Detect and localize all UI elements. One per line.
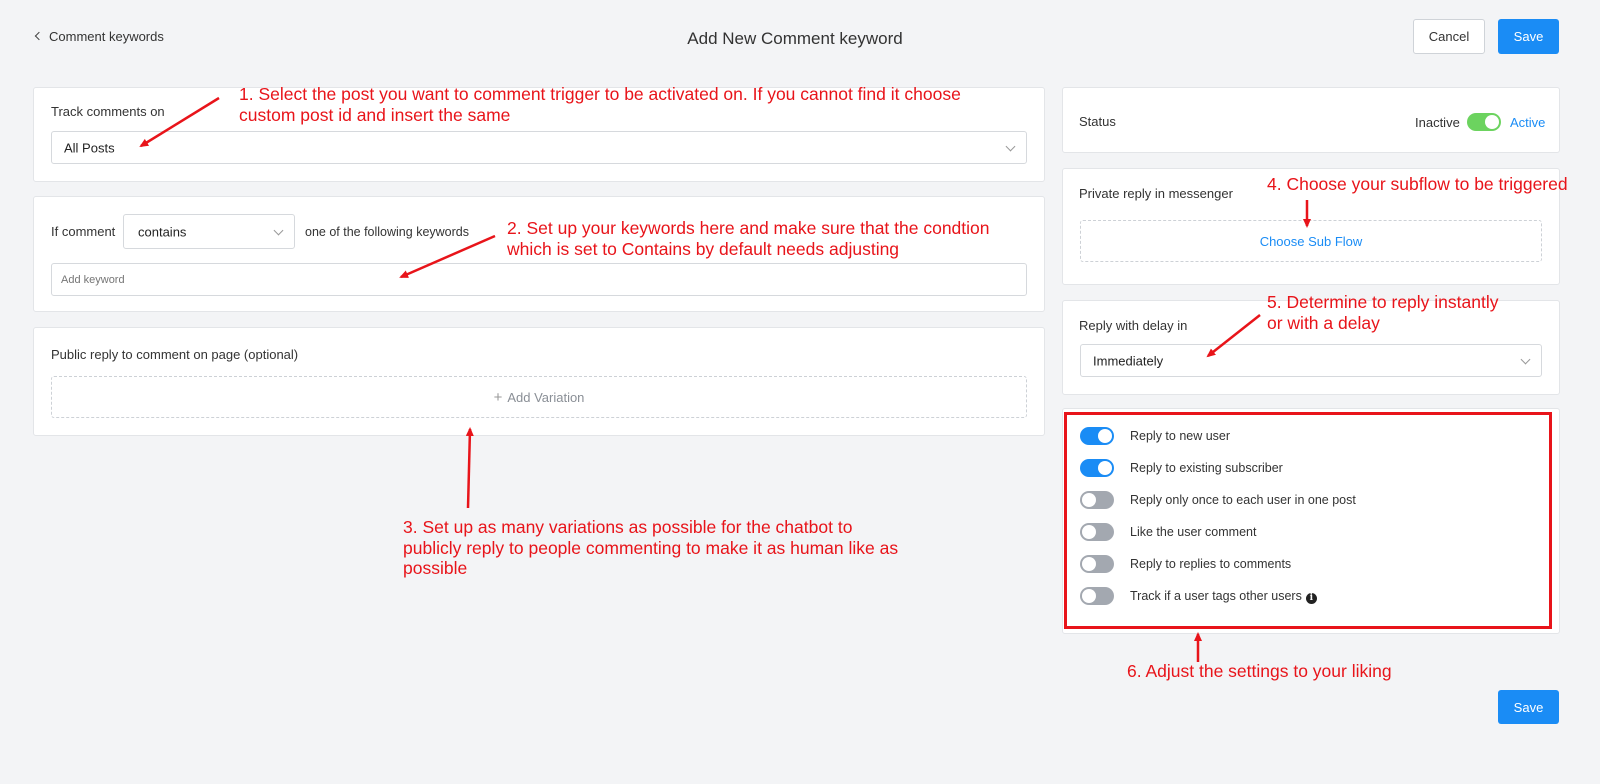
chevron-down-icon xyxy=(1520,354,1531,365)
status-label: Status xyxy=(1079,114,1116,129)
post-select-value: All Posts xyxy=(64,140,115,155)
status-card: Status Inactive Active xyxy=(1062,87,1560,153)
private-reply-label: Private reply in messenger xyxy=(1079,186,1233,201)
condition-select-value: contains xyxy=(138,224,187,239)
annotation-5: 5. Determine to reply instantly or with … xyxy=(1267,292,1499,333)
annotation-1: 1. Select the post you want to comment t… xyxy=(239,84,961,125)
active-label: Active xyxy=(1510,115,1546,130)
highlight-box xyxy=(1064,412,1552,629)
annotation-3-line-2: publicly reply to people commenting to m… xyxy=(403,537,899,558)
if-comment-label: If comment xyxy=(51,224,116,239)
condition-select[interactable]: contains xyxy=(123,214,295,249)
delay-label: Reply with delay in xyxy=(1079,318,1188,333)
keyword-input[interactable] xyxy=(51,263,1027,296)
annotation-1-line-1: 1. Select the post you want to comment t… xyxy=(239,84,961,104)
annotation-3-line-3: possible xyxy=(403,558,468,578)
cancel-button[interactable]: Cancel xyxy=(1413,19,1485,54)
save-button[interactable]: Save xyxy=(1498,19,1559,54)
annotation-4: 4. Choose your subflow to be triggered xyxy=(1267,174,1568,194)
status-toggle[interactable] xyxy=(1467,113,1501,131)
add-variation-label: Add Variation xyxy=(507,389,585,405)
keywords-suffix-label: one of the following keywords xyxy=(305,225,469,239)
annotation-3-line-1: 3. Set up as many variations as possible… xyxy=(403,517,853,537)
arrow-3 xyxy=(465,427,474,509)
footer-save-button[interactable]: Save xyxy=(1498,690,1559,724)
annotation-1-line-2: custom post id and insert the same xyxy=(239,104,511,125)
add-variation-button[interactable]: + Add Variation xyxy=(51,376,1027,418)
post-select[interactable]: All Posts xyxy=(51,131,1027,164)
annotation-5-line-1: 5. Determine to reply instantly xyxy=(1267,292,1499,312)
page-title: Add New Comment keyword xyxy=(687,29,903,48)
annotation-5-line-2: or with a delay xyxy=(1267,312,1380,333)
public-reply-label: Public reply to comment on page (optiona… xyxy=(51,347,299,362)
inactive-label: Inactive xyxy=(1415,115,1460,130)
delay-select[interactable]: Immediately xyxy=(1080,344,1542,377)
choose-sub-flow-button[interactable]: Choose Sub Flow xyxy=(1080,220,1542,262)
plus-icon: + xyxy=(493,388,503,406)
chevron-down-icon xyxy=(273,225,284,236)
annotation-2-line-1: 2. Set up your keywords here and make su… xyxy=(507,218,990,238)
public-reply-card: Public reply to comment on page (optiona… xyxy=(33,327,1045,436)
track-comments-label: Track comments on xyxy=(51,104,165,119)
annotation-2: 2. Set up your keywords here and make su… xyxy=(507,218,990,259)
chevron-down-icon xyxy=(1005,141,1016,152)
delay-select-value: Immediately xyxy=(1093,353,1164,368)
annotation-3: 3. Set up as many variations as possible… xyxy=(403,517,898,579)
annotation-6: 6. Adjust the settings to your liking xyxy=(1127,661,1392,681)
annotation-2-line-2: which is set to Contains by default need… xyxy=(507,238,900,259)
